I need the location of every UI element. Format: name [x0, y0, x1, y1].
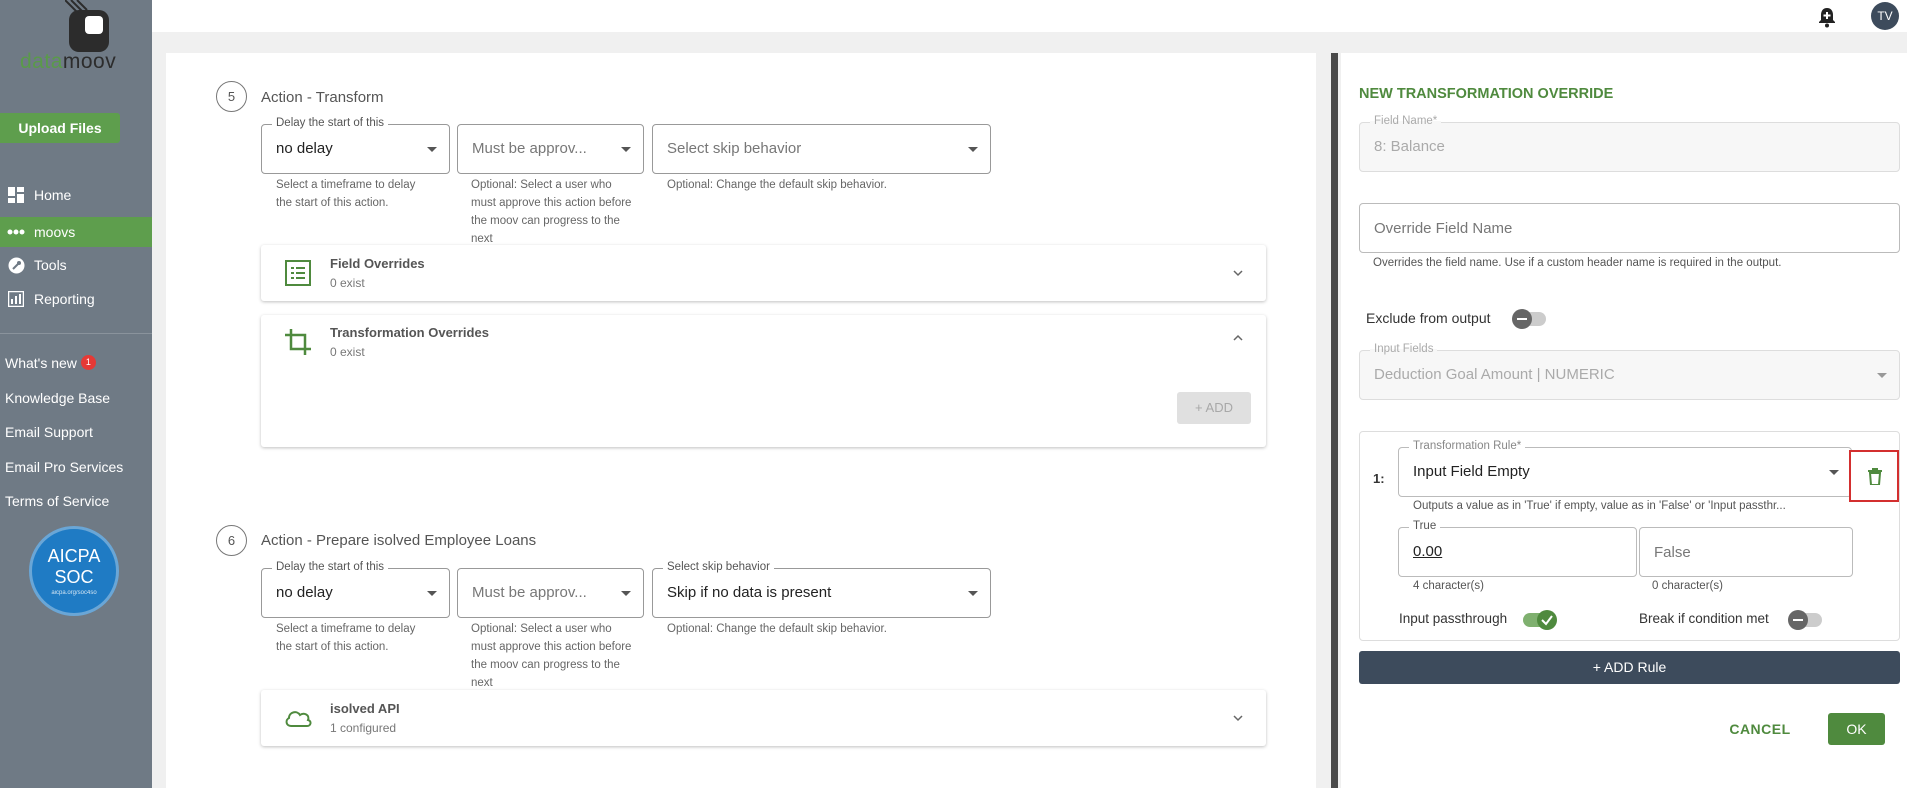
break-if-condition-met-label: Break if condition met: [1639, 611, 1769, 626]
dropdown-arrow-icon: [1829, 470, 1839, 475]
transformation-overrides-card[interactable]: Transformation Overrides 0 exist + ADD: [261, 315, 1266, 447]
card-title: isolved API: [330, 701, 400, 716]
upload-files-button[interactable]: Upload Files: [0, 113, 120, 143]
user-avatar[interactable]: TV: [1871, 2, 1899, 30]
email-support-link[interactable]: Email Support: [5, 424, 93, 440]
card-title: Transformation Overrides: [330, 325, 489, 340]
add-notification-bell-icon[interactable]: [1816, 6, 1838, 28]
true-char-count: 4 character(s): [1413, 580, 1484, 592]
dashboard-icon: [7, 186, 25, 204]
add-rule-button[interactable]: + ADD Rule: [1359, 651, 1900, 684]
sidebar-item-label: Home: [34, 187, 72, 203]
rule-index: 1:: [1373, 471, 1385, 486]
top-bar: [152, 0, 1907, 32]
chevron-down-icon[interactable]: [1232, 267, 1244, 279]
step-number: 5: [216, 81, 247, 112]
approval-select[interactable]: Must be approv...: [457, 568, 644, 618]
chevron-up-icon[interactable]: [1232, 332, 1244, 344]
false-char-count: 0 character(s): [1652, 580, 1723, 592]
exclude-from-output-toggle[interactable]: [1512, 309, 1546, 329]
false-value-input[interactable]: False: [1639, 527, 1853, 577]
delay-select[interactable]: Delay the start of this no delay: [261, 117, 450, 174]
skip-help: Optional: Change the default skip behavi…: [667, 623, 887, 635]
delay-help: Select a timeframe to delay the start of…: [276, 623, 416, 653]
field-overrides-card[interactable]: Field Overrides 0 exist: [261, 245, 1266, 301]
email-pro-services-link[interactable]: Email Pro Services: [5, 459, 123, 475]
ok-button[interactable]: OK: [1828, 713, 1885, 745]
cloud-icon: [285, 711, 312, 727]
transformation-rule-select[interactable]: Transformation Rule* Input Field Empty: [1398, 440, 1852, 497]
approval-help: Optional: Select a user who must approve…: [471, 179, 632, 245]
true-value-input[interactable]: True 0.00: [1398, 520, 1637, 577]
sidebar-item-moovs[interactable]: moovs: [0, 217, 152, 247]
isolved-api-card[interactable]: isolved API 1 configured: [261, 690, 1266, 746]
field-name-input: Field Name* 8: Balance: [1359, 115, 1900, 172]
skip-behavior-select[interactable]: Select skip behavior Skip if no data is …: [652, 561, 991, 618]
dropdown-arrow-icon: [621, 591, 631, 596]
scrollbar[interactable]: [1331, 53, 1338, 788]
input-passthrough-toggle[interactable]: [1523, 610, 1557, 630]
knowledge-base-link[interactable]: Knowledge Base: [5, 390, 110, 406]
wrench-icon: [7, 256, 25, 274]
datamoov-logo[interactable]: datamoov: [20, 0, 130, 73]
sidebar-item-tools[interactable]: Tools: [0, 250, 152, 280]
skip-help: Optional: Change the default skip behavi…: [667, 179, 887, 191]
aicpa-soc-badge: AICPA SOC aicpa.org/soc4so: [29, 526, 119, 616]
input-fields-select: Input Fields Deduction Goal Amount | NUM…: [1359, 343, 1900, 400]
sidebar-item-label: Reporting: [34, 291, 95, 307]
sidebar-item-label: moovs: [34, 224, 76, 240]
step-title: Action - Transform: [261, 89, 384, 106]
sidebar-item-reporting[interactable]: Reporting: [0, 284, 152, 314]
chevron-down-icon[interactable]: [1232, 712, 1244, 724]
exclude-from-output-label: Exclude from output: [1366, 310, 1491, 326]
dropdown-arrow-icon: [1877, 373, 1887, 378]
sidebar-item-label: Tools: [34, 257, 67, 273]
override-field-name-help: Overrides the field name. Use if a custo…: [1373, 257, 1782, 269]
trash-icon: [1868, 468, 1882, 485]
dots-icon: [7, 223, 25, 241]
delay-select[interactable]: Delay the start of this no delay: [261, 561, 450, 618]
rule-help: Outputs a value as in 'True' if empty, v…: [1413, 500, 1786, 512]
whats-new-link[interactable]: What's new 1: [5, 355, 96, 371]
approval-help: Optional: Select a user who must approve…: [471, 623, 632, 689]
list-icon: [285, 260, 311, 286]
sidebar: datamoov Upload Files Home moovs Tools R…: [0, 0, 152, 788]
card-title: Field Overrides: [330, 256, 425, 271]
dropdown-arrow-icon: [968, 591, 978, 596]
add-transformation-override-button[interactable]: + ADD: [1177, 392, 1251, 424]
step-number: 6: [216, 525, 247, 556]
override-field-name-input[interactable]: Override Field Name: [1359, 203, 1900, 253]
dropdown-arrow-icon: [968, 147, 978, 152]
delay-help: Select a timeframe to delay the start of…: [276, 179, 416, 209]
check-icon: [1537, 610, 1557, 630]
dropdown-arrow-icon: [427, 591, 437, 596]
step-title: Action - Prepare isolved Employee Loans: [261, 532, 537, 549]
panel-title: NEW TRANSFORMATION OVERRIDE: [1359, 86, 1614, 102]
sidebar-divider: [0, 333, 152, 334]
approval-select[interactable]: Must be approv...: [457, 124, 644, 174]
dropdown-arrow-icon: [427, 147, 437, 152]
card-subtitle: 0 exist: [330, 345, 365, 359]
sidebar-item-home[interactable]: Home: [0, 180, 152, 210]
break-if-condition-met-toggle[interactable]: [1788, 610, 1822, 630]
card-subtitle: 0 exist: [330, 276, 365, 290]
terms-of-service-link[interactable]: Terms of Service: [5, 493, 109, 509]
minus-icon: [1788, 610, 1808, 630]
minus-icon: [1512, 309, 1532, 329]
logo-wordmark: datamoov: [20, 50, 117, 73]
dropdown-arrow-icon: [621, 147, 631, 152]
skip-behavior-select[interactable]: Select skip behavior: [652, 124, 991, 174]
notification-badge: 1: [80, 355, 96, 370]
card-subtitle: 1 configured: [330, 721, 397, 735]
input-passthrough-label: Input passthrough: [1399, 611, 1508, 626]
delete-rule-button[interactable]: [1849, 450, 1899, 502]
chart-icon: [7, 290, 25, 308]
cancel-button[interactable]: CANCEL: [1715, 713, 1805, 745]
crop-icon: [285, 329, 311, 355]
